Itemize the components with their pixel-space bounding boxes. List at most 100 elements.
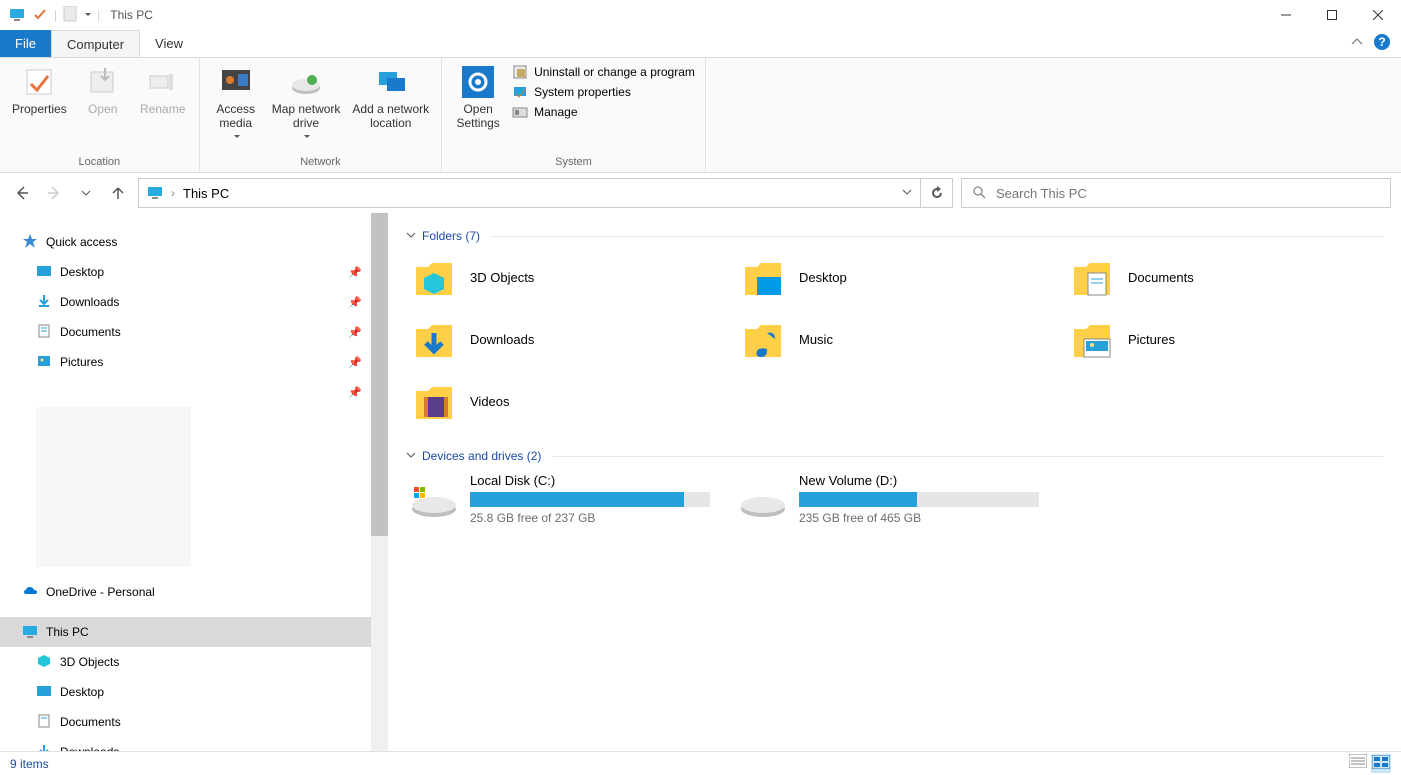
search-icon [972, 185, 986, 202]
quick-access-toolbar: | | [0, 5, 100, 26]
navigation-pane: Quick access Desktop📌 Downloads📌 Documen… [0, 213, 388, 751]
documents-icon [36, 713, 52, 732]
back-button[interactable] [10, 181, 34, 205]
nav-pc-desktop[interactable]: Desktop [0, 677, 388, 707]
title-bar: | | This PC [0, 0, 1401, 30]
tab-file[interactable]: File [0, 30, 51, 57]
refresh-button[interactable] [921, 178, 953, 208]
nav-onedrive[interactable]: OneDrive - Personal [0, 577, 388, 607]
svg-text:?: ? [1378, 35, 1385, 49]
folder-documents[interactable]: Documents [1064, 249, 1383, 305]
help-icon[interactable]: ? [1373, 33, 1391, 54]
open-settings-button[interactable]: Open Settings [448, 62, 508, 134]
chevron-down-icon [406, 229, 416, 243]
ribbon-group-system: Open Settings Uninstall or change a prog… [442, 58, 706, 172]
nav-this-pc[interactable]: This PC [0, 617, 388, 647]
nav-pictures[interactable]: Pictures📌 [0, 347, 388, 377]
pin-icon: 📌 [348, 296, 362, 309]
close-button[interactable] [1355, 0, 1401, 30]
drives-tiles: Local Disk (C:) 25.8 GB free of 237 GB N… [406, 469, 1383, 529]
drive-usage-bar [470, 492, 710, 507]
group-header-folders[interactable]: Folders (7) [406, 229, 1383, 243]
tab-view[interactable]: View [140, 30, 198, 57]
nav-scrollbar[interactable] [371, 213, 388, 751]
folder-downloads[interactable]: Downloads [406, 311, 725, 367]
folder-pictures[interactable]: Pictures [1064, 311, 1383, 367]
drive-d[interactable]: New Volume (D:) 235 GB free of 465 GB [735, 469, 1054, 529]
ribbon-group-network: Access media Map network drive Add a net… [200, 58, 442, 172]
search-box[interactable] [961, 178, 1391, 208]
minimize-button[interactable] [1263, 0, 1309, 30]
folder-3d-objects[interactable]: 3D Objects [406, 249, 725, 305]
folder-desktop[interactable]: Desktop [735, 249, 1054, 305]
recent-dropdown[interactable] [74, 181, 98, 205]
nav-desktop[interactable]: Desktop📌 [0, 257, 388, 287]
folder-videos[interactable]: Videos [406, 373, 725, 429]
qat-customize-dropdown[interactable] [83, 8, 91, 22]
drive-c[interactable]: Local Disk (C:) 25.8 GB free of 237 GB [406, 469, 725, 529]
tab-computer[interactable]: Computer [51, 30, 140, 57]
maximize-button[interactable] [1309, 0, 1355, 30]
qat-generic-icon[interactable] [63, 6, 77, 25]
star-icon [22, 233, 38, 252]
pin-icon: 📌 [348, 356, 362, 369]
pc-icon [22, 623, 38, 642]
nav-pc-downloads[interactable]: Downloads [0, 737, 388, 751]
rename-button: Rename [133, 62, 193, 120]
access-media-button[interactable]: Access media [206, 62, 266, 148]
address-segment[interactable]: This PC [183, 186, 229, 201]
content-body: Quick access Desktop📌 Downloads📌 Documen… [0, 213, 1401, 751]
folders-tiles: 3D Objects Desktop Documents Downloads M… [406, 249, 1383, 429]
nav-preview-placeholder [36, 407, 191, 567]
nav-blank-pinned[interactable]: 📌 [0, 377, 388, 407]
onedrive-icon [22, 583, 38, 602]
drive-usage-bar [799, 492, 1039, 507]
ribbon-group-location: Properties Open Rename Location [0, 58, 200, 172]
nav-quick-access[interactable]: Quick access [0, 227, 388, 257]
tiles-view-button[interactable] [1371, 754, 1391, 773]
group-header-drives[interactable]: Devices and drives (2) [406, 449, 1383, 463]
downloads-icon [36, 293, 52, 312]
open-button: Open [73, 62, 133, 120]
documents-icon [36, 323, 52, 342]
address-bar[interactable]: › This PC [138, 178, 921, 208]
search-input[interactable] [996, 186, 1380, 201]
properties-button[interactable]: Properties [6, 62, 73, 120]
cube-icon [36, 653, 52, 672]
pc-icon [147, 184, 163, 203]
address-dropdown-icon[interactable] [902, 186, 912, 200]
desktop-icon [36, 263, 52, 282]
status-bar: 9 items [0, 751, 1401, 775]
pc-icon [8, 5, 26, 26]
pictures-icon [36, 353, 52, 372]
pin-icon: 📌 [348, 326, 362, 339]
ribbon-tabs: File Computer View ? [0, 30, 1401, 58]
desktop-icon [36, 683, 52, 702]
chevron-down-icon [406, 449, 416, 463]
qat-properties-icon[interactable] [32, 6, 48, 25]
nav-3d-objects[interactable]: 3D Objects [0, 647, 388, 677]
downloads-icon [36, 743, 52, 752]
qat-divider: | [54, 8, 57, 22]
manage-button[interactable]: Manage [512, 104, 695, 120]
nav-downloads[interactable]: Downloads📌 [0, 287, 388, 317]
pin-icon: 📌 [348, 266, 362, 279]
map-drive-button[interactable]: Map network drive [266, 62, 347, 148]
folder-music[interactable]: Music [735, 311, 1054, 367]
system-properties-button[interactable]: System properties [512, 84, 695, 100]
window-title: This PC [100, 8, 153, 22]
address-bar-row: › This PC [0, 173, 1401, 213]
pin-icon: 📌 [348, 386, 362, 399]
nav-pc-documents[interactable]: Documents [0, 707, 388, 737]
chevron-right-icon[interactable]: › [171, 186, 175, 200]
uninstall-button[interactable]: Uninstall or change a program [512, 64, 695, 80]
forward-button [42, 181, 66, 205]
up-button[interactable] [106, 181, 130, 205]
item-count: 9 items [10, 757, 49, 771]
details-view-button[interactable] [1349, 754, 1367, 773]
nav-documents[interactable]: Documents📌 [0, 317, 388, 347]
add-network-location-button[interactable]: Add a network location [346, 62, 435, 134]
ribbon: Properties Open Rename Location Access m… [0, 58, 1401, 173]
ribbon-collapse-icon[interactable] [1351, 36, 1363, 51]
main-content: Folders (7) 3D Objects Desktop Documents… [388, 213, 1401, 751]
